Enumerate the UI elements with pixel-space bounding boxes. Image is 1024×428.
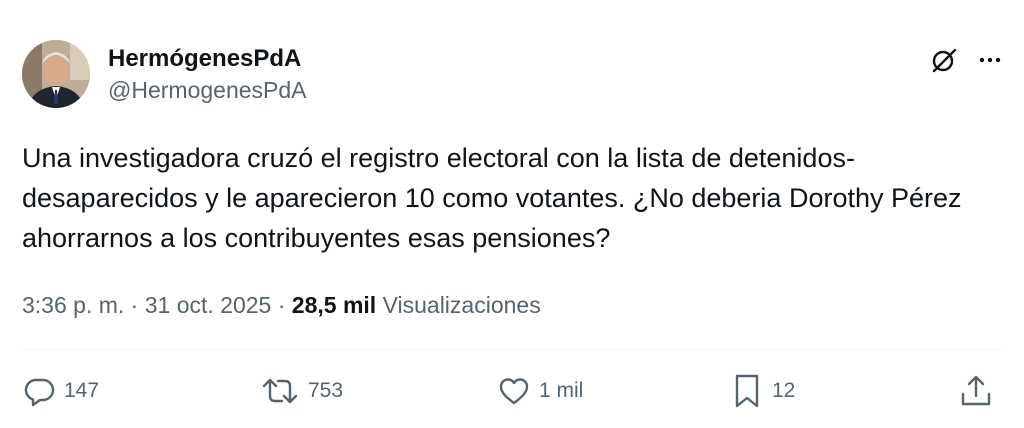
like-count: 1 mil <box>539 379 584 402</box>
repost-button[interactable]: 753 <box>260 366 343 416</box>
handle[interactable]: @HermogenesPdA <box>108 74 307 106</box>
more-icon[interactable] <box>976 46 1004 74</box>
tweet-date[interactable]: 31 oct. 2025 <box>145 292 272 318</box>
bookmark-count: 12 <box>772 379 796 402</box>
repost-icon <box>262 378 298 404</box>
avatar[interactable] <box>22 40 90 108</box>
divider <box>22 349 1002 350</box>
tweet-text: Una investigadora cruzó el registro elec… <box>22 143 962 253</box>
tweet-time[interactable]: 3:36 p. m. <box>22 292 124 318</box>
like-button[interactable]: 1 mil <box>497 366 583 416</box>
share-button[interactable] <box>958 366 994 416</box>
reply-icon <box>24 378 55 407</box>
like-icon <box>499 378 529 405</box>
bookmark-button[interactable]: 12 <box>730 366 795 416</box>
reply-button[interactable]: 147 <box>22 366 99 416</box>
share-icon <box>961 375 991 406</box>
repost-count: 753 <box>308 379 344 402</box>
views-label[interactable]: Visualizaciones <box>383 292 541 318</box>
display-name[interactable]: HermógenesPdA <box>108 44 307 74</box>
action-bar: 147 753 1 mil 12 <box>22 366 1002 416</box>
bookmark-icon <box>735 374 759 408</box>
avatar-image <box>22 40 90 108</box>
tweet-header: HermógenesPdA @HermogenesPdA <box>22 40 1004 112</box>
grok-icon[interactable] <box>930 46 958 74</box>
meta-separator: · <box>277 292 286 318</box>
reply-count: 147 <box>64 379 100 402</box>
meta-separator: · <box>130 292 139 318</box>
views-count[interactable]: 28,5 mil <box>292 292 376 318</box>
author-names: HermógenesPdA @HermogenesPdA <box>108 44 307 106</box>
top-actions <box>930 46 1004 74</box>
tweet-meta: 3:36 p. m. · 31 oct. 2025 · 28,5 mil Vis… <box>22 289 541 321</box>
